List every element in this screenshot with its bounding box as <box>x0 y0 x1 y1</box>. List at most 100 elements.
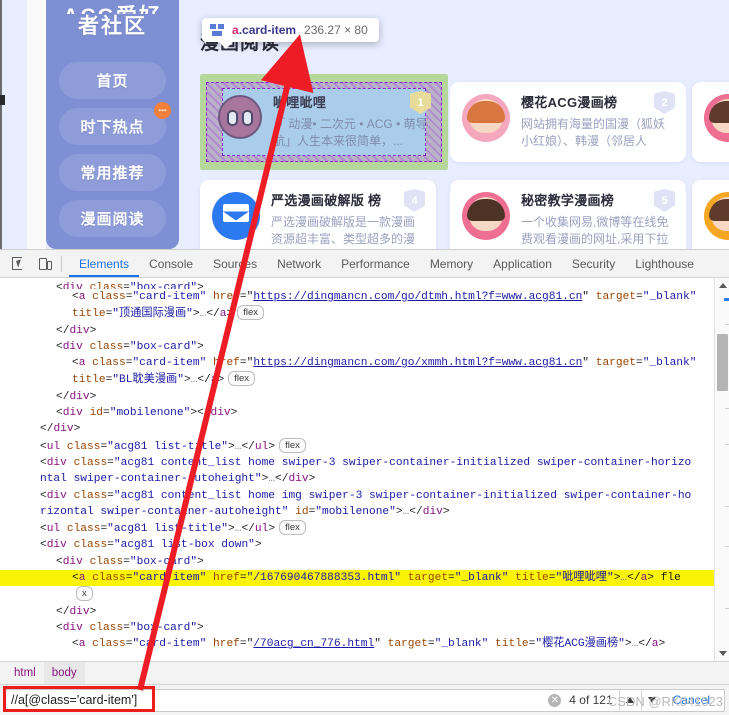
tab-lighthouse[interactable]: Lighthouse <box>625 250 704 277</box>
dom-line[interactable]: <div class="acg81 list-box down"> <box>0 537 714 553</box>
scroll-down-arrow[interactable] <box>715 646 729 661</box>
inspect-element-button[interactable] <box>6 252 32 276</box>
dom-token: = <box>103 407 110 420</box>
card-item-partial[interactable] <box>692 180 729 249</box>
dom-line[interactable]: </div> <box>0 389 714 405</box>
dom-line[interactable]: </div> <box>0 604 714 620</box>
dom-token: > <box>647 572 654 585</box>
avatar <box>212 192 260 240</box>
sidebar-item-home[interactable]: 首页 <box>59 62 166 99</box>
tab-network[interactable]: Network <box>267 250 331 277</box>
card-item[interactable]: 樱花ACG漫画榜 网站拥有海量的国漫（狐妖小红娘）、韩漫（邻居人妻）、日... … <box>450 82 686 162</box>
card-description: 一个收集网易,微博等在线免费观看漫画的网址,采用下拉 <box>521 215 669 246</box>
dom-line[interactable]: <div class="acg81 content_list home swip… <box>0 455 714 471</box>
dom-line[interactable]: <a class="card-item" href="/70acg_cn_776… <box>0 636 714 652</box>
dom-token: > <box>197 282 204 289</box>
tab-elements[interactable]: Elements <box>69 250 139 277</box>
card-item[interactable]: 严选漫画破解版 榜 严选漫画破解版是一款漫画资源超丰富、类型超多的漫画 4 <box>200 180 436 249</box>
dom-line[interactable]: </div> <box>0 421 714 437</box>
tab-memory[interactable]: Memory <box>420 250 483 277</box>
dom-line[interactable]: <a class="card-item" href="https://dingm… <box>0 355 714 371</box>
dom-token: > <box>228 440 235 453</box>
dom-line[interactable]: title="顶通国际漫画">…</a> flex <box>0 305 714 322</box>
dom-token: </ <box>197 374 211 387</box>
tab-application[interactable]: Application <box>483 250 562 277</box>
dom-token: class <box>66 489 108 502</box>
sidebar-item-recommend[interactable]: 常用推荐 <box>59 154 166 191</box>
dom-token: = <box>427 638 435 651</box>
flex-layout-icon <box>210 24 224 36</box>
dom-line[interactable]: <div class="box-card"> <box>0 620 714 636</box>
dom-token: class <box>82 621 124 634</box>
dom-line[interactable]: title="BL耽美漫画">…</a> flex <box>0 371 714 388</box>
dom-token: "acg81 content_list home swiper-3 swiper… <box>113 456 692 469</box>
dom-line[interactable]: <a class="card-item" href="https://dingm… <box>0 289 714 305</box>
breadcrumb-item-html[interactable]: html <box>6 662 44 684</box>
dom-line[interactable]: <div class="box-card"> <box>0 339 714 355</box>
dom-line[interactable]: <div id="mobilenone"></div> <box>0 405 714 421</box>
dom-token: = <box>107 456 114 469</box>
toolbar-divider <box>61 255 62 272</box>
dom-token: < <box>56 407 63 420</box>
layout-badge[interactable]: flex <box>279 437 306 453</box>
tab-console[interactable]: Console <box>139 250 203 277</box>
sidebar-item-comics[interactable]: 漫画阅读 <box>59 200 166 237</box>
search-match-count: 4 of 121 <box>569 693 613 707</box>
scroll-up-arrow[interactable] <box>715 278 729 293</box>
card-item-partial[interactable] <box>692 82 729 162</box>
dom-line[interactable]: <ul class="acg81 list-title">…</ul> flex <box>0 520 714 537</box>
dom-token: class <box>85 572 126 585</box>
sidebar-nav-list: 首页 时下热点 ••• 常用推荐 漫画阅读 <box>46 62 179 237</box>
dom-token: "acg81 list-title" <box>107 440 229 453</box>
card-item-highlighted[interactable]: 呲哩呲哩 「 动漫• 二次元 • ACG • 萌导航」人生本来很简单，... 1 <box>206 82 442 162</box>
dom-tree[interactable]: <div class="box-card"> <a class="card-ite… <box>0 278 714 661</box>
dom-token: " <box>582 357 590 370</box>
dom-token: > <box>217 374 225 387</box>
dom-line[interactable]: <a class="card-item" href="/167690467888… <box>0 570 714 587</box>
dom-line[interactable]: </div> <box>0 323 714 339</box>
dom-tree-scrollbar[interactable] <box>714 278 729 661</box>
dom-line[interactable]: <div class="acg81 content_list home img … <box>0 488 714 504</box>
scrollbar-marker <box>724 298 729 301</box>
dom-line[interactable]: ntal swiper-container-autoheight" > …</div… <box>0 471 714 487</box>
tab-sources[interactable]: Sources <box>203 250 267 277</box>
site-title-line1: ACG爱好 <box>46 4 179 14</box>
dom-token: < <box>56 282 63 289</box>
sidebar-item-badge: ••• <box>154 102 171 119</box>
dom-token: div <box>46 539 67 552</box>
dom-line[interactable]: <ul class="acg81 list-title">…</ul> flex <box>0 437 714 455</box>
dom-line[interactable]: <div class="box-card"> <box>0 554 714 570</box>
dom-token: class <box>85 357 126 370</box>
dom-token: target <box>589 357 637 370</box>
search-input[interactable]: //a[@class='card-item'] <box>11 693 548 707</box>
dom-line[interactable]: x <box>0 586 714 603</box>
scrollbar-thumb[interactable] <box>717 334 728 391</box>
tab-performance[interactable]: Performance <box>331 250 420 277</box>
viewport-left-border <box>0 0 2 249</box>
dom-line[interactable]: <div class="box-card"> <box>0 280 714 289</box>
dom-token: = <box>448 572 455 585</box>
device-toolbar-icon <box>38 257 52 270</box>
dom-token: "_blank" <box>434 638 489 651</box>
tooltip-selector: a.card-item <box>232 23 296 37</box>
dom-token: = <box>123 340 130 353</box>
clear-x-icon[interactable]: ✕ <box>548 693 562 707</box>
dom-token: = <box>107 539 114 552</box>
watermark: CSDN @RK041023 <box>607 694 723 709</box>
sidebar-item-hot[interactable]: 时下热点 ••• <box>59 102 171 145</box>
layout-badge[interactable]: flex <box>279 520 306 536</box>
dom-token: "card-item" <box>132 572 207 585</box>
dom-token: … <box>268 473 275 486</box>
dom-token: div <box>69 605 90 618</box>
dom-token: /70acg_cn_776.html <box>253 638 375 651</box>
dom-token: < <box>40 539 47 552</box>
card-item[interactable]: 秘密教学漫画榜 一个收集网易,微博等在线免费观看漫画的网址,采用下拉 5 <box>450 180 686 249</box>
layout-badge[interactable]: x <box>76 586 93 602</box>
dom-token: target <box>589 291 637 303</box>
device-toolbar-button[interactable] <box>32 252 58 276</box>
tab-security[interactable]: Security <box>562 250 625 277</box>
layout-badge[interactable]: flex <box>228 371 256 387</box>
dom-line[interactable]: rizontal swiper-container-autoheight" id… <box>0 504 714 520</box>
layout-badge[interactable]: flex <box>237 305 264 321</box>
breadcrumb-item-body[interactable]: body <box>43 662 85 684</box>
